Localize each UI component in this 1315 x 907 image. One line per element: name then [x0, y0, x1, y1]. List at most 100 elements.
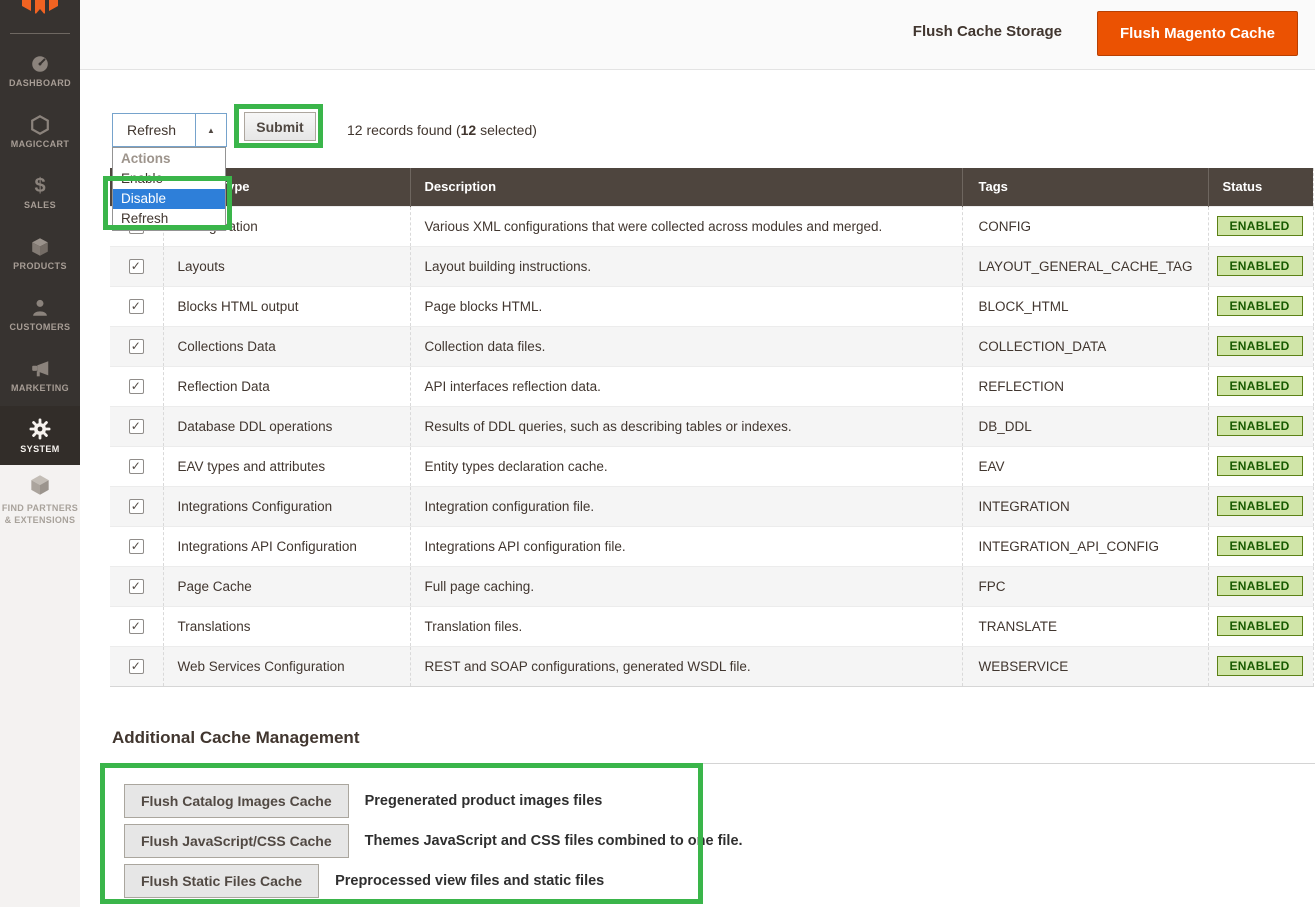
- description-cell: REST and SOAP configurations, generated …: [410, 646, 962, 686]
- cache-type-cell: Integrations API Configuration: [163, 526, 410, 566]
- column-header-description[interactable]: Description: [410, 168, 962, 206]
- row-checkbox-cell: [110, 606, 163, 646]
- sidebar-item-label: MARKETING: [11, 383, 69, 393]
- sidebar-divider: [10, 33, 70, 34]
- status-badge: ENABLED: [1217, 496, 1303, 516]
- status-badge: ENABLED: [1217, 456, 1303, 476]
- status-cell: ENABLED: [1208, 206, 1313, 246]
- status-badge: ENABLED: [1217, 576, 1303, 596]
- tags-cell: COLLECTION_DATA: [962, 326, 1208, 366]
- tags-cell: EAV: [962, 446, 1208, 486]
- sidebar-item-products[interactable]: PRODUCTS: [0, 223, 80, 284]
- admin-sidebar: DASHBOARD MAGICCART $ SALES PRODUCTS: [0, 0, 80, 465]
- flush-cache-description: Preprocessed view files and static files: [335, 873, 604, 889]
- column-header-status[interactable]: Status: [1208, 168, 1313, 206]
- tags-cell: INTEGRATION_API_CONFIG: [962, 526, 1208, 566]
- table-row: Web Services Configuration REST and SOAP…: [110, 646, 1313, 686]
- table-row: Reflection Data API interfaces reflectio…: [110, 366, 1313, 406]
- flush-cache-description: Themes JavaScript and CSS files combined…: [365, 833, 743, 849]
- flush-cache-button[interactable]: Flush Catalog Images Cache: [124, 784, 349, 818]
- status-cell: ENABLED: [1208, 366, 1313, 406]
- sidebar-item-label: CUSTOMERS: [10, 322, 71, 332]
- sidebar-item-label: DASHBOARD: [9, 78, 71, 88]
- sidebar-item-magiccart[interactable]: MAGICCART: [0, 101, 80, 162]
- table-row: Blocks HTML output Page blocks HTML. BLO…: [110, 286, 1313, 326]
- row-checkbox[interactable]: [129, 539, 144, 554]
- cache-type-cell: Database DDL operations: [163, 406, 410, 446]
- additional-action-row: Flush Catalog Images Cache Pregenerated …: [124, 784, 724, 818]
- flush-cache-description: Pregenerated product images files: [365, 793, 603, 809]
- sidebar-item-find-partners[interactable]: FIND PARTNERS & EXTENSIONS: [0, 472, 80, 526]
- description-cell: Collection data files.: [410, 326, 962, 366]
- description-cell: Various XML configurations that were col…: [410, 206, 962, 246]
- column-header-tags[interactable]: Tags: [962, 168, 1208, 206]
- status-badge: ENABLED: [1217, 416, 1303, 436]
- sidebar-item-marketing[interactable]: MARKETING: [0, 345, 80, 406]
- row-checkbox[interactable]: [129, 259, 144, 274]
- row-checkbox[interactable]: [129, 459, 144, 474]
- status-badge: ENABLED: [1217, 296, 1303, 316]
- status-cell: ENABLED: [1208, 446, 1313, 486]
- cache-type-cell: Integrations Configuration: [163, 486, 410, 526]
- tags-cell: LAYOUT_GENERAL_CACHE_TAG: [962, 246, 1208, 286]
- magento-logo[interactable]: [18, 0, 62, 16]
- select-arrow-up-icon[interactable]: ▲: [195, 114, 226, 146]
- status-cell: ENABLED: [1208, 406, 1313, 446]
- row-checkbox[interactable]: [129, 659, 144, 674]
- row-checkbox[interactable]: [129, 299, 144, 314]
- status-cell: ENABLED: [1208, 646, 1313, 686]
- page-header: Flush Cache Storage Flush Magento Cache: [80, 0, 1315, 70]
- magento-logo-icon: [18, 0, 62, 16]
- dropdown-option-disable[interactable]: Disable: [113, 189, 225, 209]
- description-cell: Entity types declaration cache.: [410, 446, 962, 486]
- row-checkbox[interactable]: [129, 619, 144, 634]
- table-row: Database DDL operations Results of DDL q…: [110, 406, 1313, 446]
- description-cell: Page blocks HTML.: [410, 286, 962, 326]
- status-cell: ENABLED: [1208, 566, 1313, 606]
- flush-cache-button[interactable]: Flush JavaScript/CSS Cache: [124, 824, 349, 858]
- customers-person-icon: [29, 297, 51, 319]
- status-badge: ENABLED: [1217, 656, 1303, 676]
- sidebar-item-system[interactable]: SYSTEM: [0, 406, 80, 465]
- flush-cache-button[interactable]: Flush Static Files Cache: [124, 864, 319, 898]
- row-checkbox-cell: [110, 366, 163, 406]
- flush-magento-cache-button[interactable]: Flush Magento Cache: [1097, 11, 1298, 56]
- submit-button[interactable]: Submit: [244, 112, 316, 141]
- dropdown-option-enable[interactable]: Enable: [113, 169, 225, 189]
- sidebar-item-customers[interactable]: CUSTOMERS: [0, 284, 80, 345]
- sidebar-item-label: MAGICCART: [11, 139, 70, 149]
- sidebar-item-dashboard[interactable]: DASHBOARD: [0, 40, 80, 101]
- row-checkbox[interactable]: [129, 579, 144, 594]
- row-checkbox-cell: [110, 246, 163, 286]
- tags-cell: INTEGRATION: [962, 486, 1208, 526]
- tags-cell: REFLECTION: [962, 366, 1208, 406]
- additional-action-row: Flush JavaScript/CSS Cache Themes JavaSc…: [124, 824, 724, 858]
- row-checkbox-cell: [110, 286, 163, 326]
- cache-type-cell: Blocks HTML output: [163, 286, 410, 326]
- records-found-text: 12 records found (12 selected): [347, 122, 537, 138]
- table-row: EAV types and attributes Entity types de…: [110, 446, 1313, 486]
- sidebar-item-label: SALES: [24, 200, 56, 210]
- row-checkbox[interactable]: [129, 419, 144, 434]
- tags-cell: CONFIG: [962, 206, 1208, 246]
- row-checkbox[interactable]: [129, 499, 144, 514]
- table-row: Integrations API Configuration Integrati…: [110, 526, 1313, 566]
- cache-type-cell: Collections Data: [163, 326, 410, 366]
- dropdown-group-label: Actions: [113, 149, 225, 169]
- mass-action-select[interactable]: Refresh ▲: [112, 113, 227, 147]
- system-gear-icon: [28, 417, 52, 441]
- dropdown-option-refresh[interactable]: Refresh: [113, 209, 225, 229]
- cache-table-body: Configuration Various XML configurations…: [110, 206, 1313, 686]
- cache-type-cell: Web Services Configuration: [163, 646, 410, 686]
- flush-cache-storage-button[interactable]: Flush Cache Storage: [913, 23, 1062, 40]
- sidebar-item-sales[interactable]: $ SALES: [0, 162, 80, 223]
- sidebar-item-label: SYSTEM: [20, 444, 59, 454]
- products-box-icon: [29, 236, 51, 258]
- description-cell: Layout building instructions.: [410, 246, 962, 286]
- additional-cache-actions: Flush Catalog Images Cache Pregenerated …: [124, 784, 724, 904]
- find-partners-label: FIND PARTNERS & EXTENSIONS: [2, 502, 78, 526]
- section-divider: [110, 763, 1315, 764]
- row-checkbox[interactable]: [129, 339, 144, 354]
- row-checkbox[interactable]: [129, 379, 144, 394]
- sidebar-nav: DASHBOARD MAGICCART $ SALES PRODUCTS: [0, 40, 80, 465]
